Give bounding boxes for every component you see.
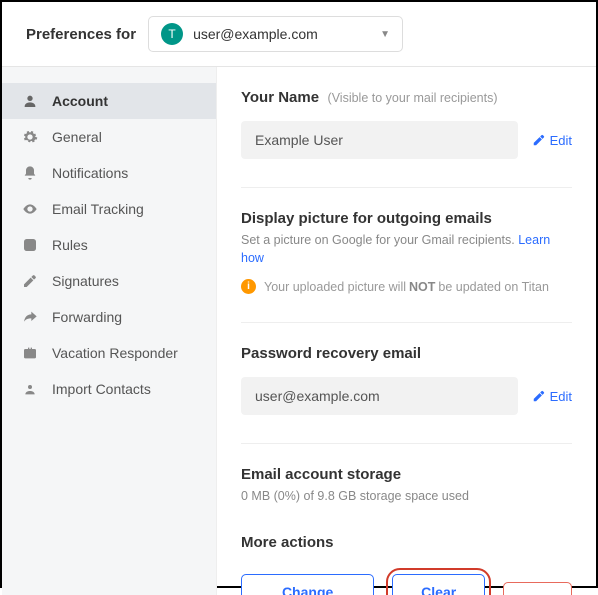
actions-section: More actions Change password Clear cache… — [241, 534, 572, 595]
sidebar-item-rules[interactable]: Rules — [2, 227, 216, 263]
sidebar-item-vacation[interactable]: Vacation Responder — [2, 335, 216, 371]
change-password-button[interactable]: Change password — [241, 574, 374, 595]
clear-cache-highlight: Clear cache — [386, 568, 491, 595]
bell-icon — [22, 165, 38, 181]
sidebar-item-notifications[interactable]: Notifications — [2, 155, 216, 191]
rules-icon — [22, 237, 38, 253]
name-hint: (Visible to your mail recipients) — [328, 91, 498, 105]
sidebar-item-label: Vacation Responder — [52, 345, 178, 361]
sidebar-item-label: Email Tracking — [52, 201, 144, 217]
picture-sub: Set a picture on Google for your Gmail r… — [241, 232, 572, 267]
sidebar-item-email-tracking[interactable]: Email Tracking — [2, 191, 216, 227]
sidebar-item-label: Import Contacts — [52, 381, 151, 397]
preferences-label: Preferences for — [26, 26, 136, 43]
sidebar-item-forwarding[interactable]: Forwarding — [2, 299, 216, 335]
contacts-icon — [22, 381, 38, 397]
sidebar-item-label: Notifications — [52, 165, 128, 181]
pencil-icon — [532, 389, 546, 403]
sidebar-item-general[interactable]: General — [2, 119, 216, 155]
sidebar-item-signatures[interactable]: Signatures — [2, 263, 216, 299]
name-section: Your Name (Visible to your mail recipien… — [241, 89, 572, 159]
pencil-icon — [22, 273, 38, 289]
forward-icon — [22, 309, 38, 325]
chevron-down-icon: ▼ — [380, 29, 390, 40]
sidebar: Account General Notifications Email Trac… — [2, 67, 217, 595]
account-icon — [22, 93, 38, 109]
storage-sub: 0 MB (0%) of 9.8 GB storage space used — [241, 488, 572, 506]
edit-name-button[interactable]: Edit — [532, 133, 572, 148]
recovery-section: Password recovery email user@example.com… — [241, 345, 572, 415]
sidebar-item-account[interactable]: Account — [2, 83, 216, 119]
gear-icon — [22, 129, 38, 145]
sidebar-item-label: Rules — [52, 237, 88, 253]
sidebar-item-label: Signatures — [52, 273, 119, 289]
avatar: T — [161, 23, 183, 45]
picture-info: i Your uploaded picture will NOT be upda… — [241, 279, 572, 294]
divider — [241, 187, 572, 188]
account-email: user@example.com — [193, 26, 380, 42]
recovery-title: Password recovery email — [241, 345, 421, 362]
clear-cache-button[interactable]: Clear cache — [392, 574, 485, 595]
edit-recovery-button[interactable]: Edit — [532, 389, 572, 404]
account-selector[interactable]: T user@example.com ▼ — [148, 16, 403, 52]
storage-section: Email account storage 0 MB (0%) of 9.8 G… — [241, 466, 572, 506]
actions-title: More actions — [241, 534, 334, 551]
divider — [241, 443, 572, 444]
info-icon: i — [241, 279, 256, 294]
edit-label: Edit — [550, 389, 572, 404]
divider — [241, 322, 572, 323]
logout-button[interactable]: Logout — [503, 582, 572, 595]
sidebar-item-label: General — [52, 129, 102, 145]
sidebar-item-label: Forwarding — [52, 309, 122, 325]
sidebar-item-import-contacts[interactable]: Import Contacts — [2, 371, 216, 407]
storage-title: Email account storage — [241, 466, 401, 483]
main-panel: Your Name (Visible to your mail recipien… — [217, 67, 596, 595]
name-title: Your Name — [241, 89, 319, 106]
picture-section: Display picture for outgoing emails Set … — [241, 210, 572, 294]
recovery-value: user@example.com — [241, 377, 518, 415]
pencil-icon — [532, 133, 546, 147]
picture-title: Display picture for outgoing emails — [241, 210, 492, 227]
eye-icon — [22, 201, 38, 217]
edit-label: Edit — [550, 133, 572, 148]
briefcase-icon — [22, 345, 38, 361]
name-value: Example User — [241, 121, 518, 159]
sidebar-item-label: Account — [52, 93, 108, 109]
header: Preferences for T user@example.com ▼ — [2, 2, 596, 67]
